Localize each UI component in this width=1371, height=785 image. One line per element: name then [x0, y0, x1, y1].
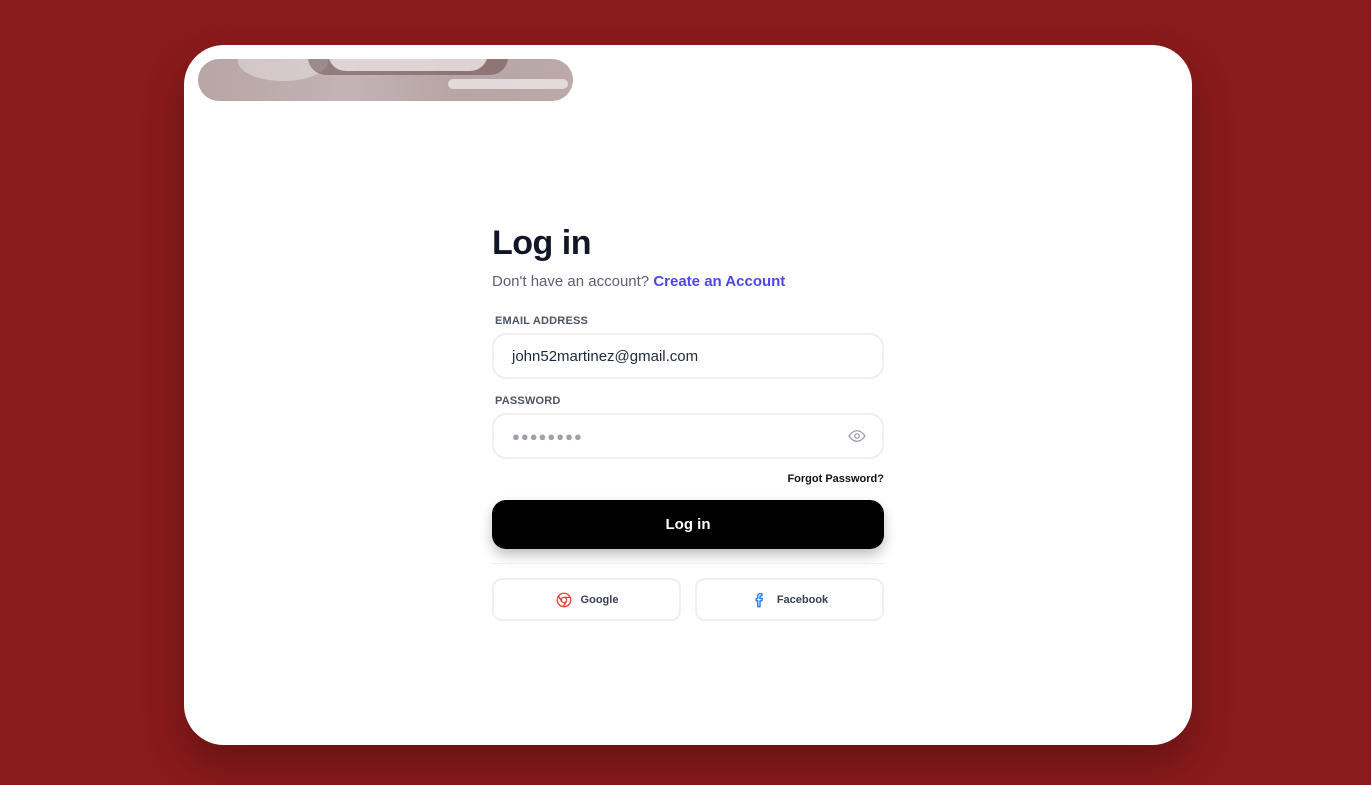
signup-prompt-text: Don't have an account? — [492, 273, 650, 290]
email-label: EMAIL ADDRESS — [495, 315, 589, 327]
facebook-label: Facebook — [776, 593, 829, 606]
password-value: ●●●●●●●● — [512, 428, 583, 444]
password-field[interactable]: ●●●●●●●● — [492, 413, 884, 459]
page-title: Log in — [492, 224, 591, 262]
forgot-password-link[interactable]: Forgot Password? — [492, 473, 884, 485]
email-value: john52martinez@gmail.com — [512, 347, 699, 365]
hero-image — [198, 59, 573, 101]
login-card: Log in Don't have an account? Create an … — [184, 45, 1192, 745]
email-field[interactable]: john52martinez@gmail.com — [492, 333, 884, 379]
google-label: Google — [580, 593, 619, 606]
login-form: Log in Don't have an account? Create an … — [491, 223, 885, 621]
google-button[interactable]: Google — [492, 578, 681, 621]
password-label: PASSWORD — [495, 395, 561, 407]
create-account-link[interactable]: Create an Account — [653, 273, 785, 290]
divider — [491, 563, 885, 564]
login-button[interactable]: Log in — [492, 500, 884, 549]
google-icon — [556, 592, 571, 607]
eye-icon[interactable] — [848, 427, 866, 445]
signup-prompt: Don't have an account? Create an Account — [492, 273, 884, 290]
facebook-icon — [755, 592, 763, 607]
facebook-button[interactable]: Facebook — [695, 578, 884, 621]
social-login: Google Facebook — [492, 578, 884, 621]
